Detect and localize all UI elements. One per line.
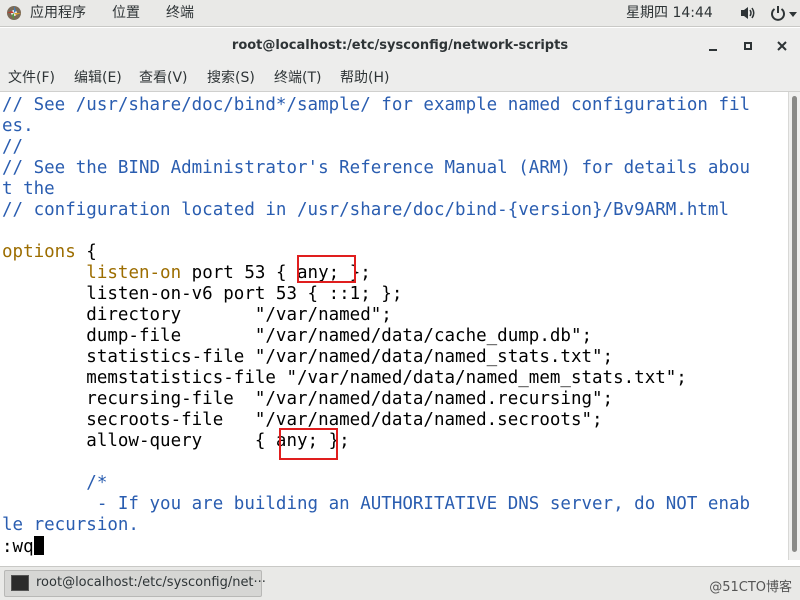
- terminal-line: statistics-file "/var/named/data/named_s…: [2, 347, 750, 368]
- highlight-box-listen-on-any: [297, 255, 356, 283]
- terminal-text-segment: - If you are building an AUTHORITATIVE D…: [2, 494, 751, 514]
- terminal-line: es.: [2, 116, 750, 137]
- terminal-text: // See /usr/share/doc/bind*/sample/ for …: [2, 95, 750, 557]
- terminal-text-segment: {: [75, 242, 97, 262]
- terminal-line: recursing-file "/var/named/data/named.re…: [2, 389, 750, 410]
- power-icon[interactable]: [770, 4, 786, 22]
- taskbar-item-label: root@localhost:/etc/sysconfig/net···: [36, 575, 266, 590]
- vim-command-line[interactable]: :wq: [2, 536, 750, 557]
- terminal-line: memstatistics-file "/var/named/data/name…: [2, 368, 750, 389]
- terminal-app-menu[interactable]: 终端: [166, 4, 194, 22]
- terminal-icon: [11, 575, 29, 591]
- terminal-text-segment: statistics-file "/var/named/data/named_s…: [2, 347, 614, 367]
- apps-icon[interactable]: [6, 5, 22, 21]
- terminal-line: options {: [2, 242, 750, 263]
- terminal-line: //: [2, 137, 750, 158]
- terminal-text-segment: le recursion.: [2, 515, 139, 535]
- terminal-text-segment: dump-file "/var/named/data/cache_dump.db…: [2, 326, 593, 346]
- terminal-line: // configuration located in /usr/share/d…: [2, 200, 750, 221]
- clock[interactable]: 星期四 14:44: [626, 4, 713, 22]
- menu-bar: 文件(F) 编辑(E) 查看(V) 搜索(S) 终端(T) 帮助(H): [0, 64, 800, 92]
- terminal-line: le recursion.: [2, 515, 750, 536]
- window-titlebar[interactable]: root@localhost:/etc/sysconfig/network-sc…: [0, 28, 800, 64]
- volume-icon[interactable]: [739, 5, 757, 21]
- top-bar: 应用程序 位置 终端 星期四 14:44: [0, 0, 800, 27]
- terminal-area[interactable]: // See /usr/share/doc/bind*/sample/ for …: [0, 92, 788, 560]
- menu-terminal[interactable]: 终端(T): [274, 69, 321, 87]
- menu-file[interactable]: 文件(F): [8, 69, 55, 87]
- terminal-text-segment: // See the BIND Administrator's Referenc…: [2, 158, 751, 178]
- terminal-scrollbar[interactable]: [788, 92, 800, 560]
- chevron-down-icon[interactable]: [789, 12, 797, 17]
- terminal-text-segment: // configuration located in /usr/share/d…: [2, 200, 729, 220]
- terminal-line: dump-file "/var/named/data/cache_dump.db…: [2, 326, 750, 347]
- terminal-line: secroots-file "/var/named/data/named.sec…: [2, 410, 750, 431]
- terminal-line: directory "/var/named";: [2, 305, 750, 326]
- applications-menu[interactable]: 应用程序: [30, 4, 86, 22]
- places-menu[interactable]: 位置: [112, 4, 140, 22]
- taskbar-item-terminal[interactable]: root@localhost:/etc/sysconfig/net···: [4, 570, 266, 597]
- terminal-text-segment: //: [2, 137, 24, 157]
- menu-edit[interactable]: 编辑(E): [74, 69, 122, 87]
- minimize-icon[interactable]: [705, 38, 721, 54]
- terminal-text-segment: directory "/var/named";: [2, 305, 392, 325]
- terminal-line: t the: [2, 179, 750, 200]
- terminal-text-segment: listen-on-v6 port 53 { ::1; };: [2, 284, 403, 304]
- window-title: root@localhost:/etc/sysconfig/network-sc…: [231, 38, 569, 53]
- terminal-line: - If you are building an AUTHORITATIVE D…: [2, 494, 750, 515]
- menu-view[interactable]: 查看(V): [139, 69, 188, 87]
- terminal-text-segment: // See /usr/share/doc/bind*/sample/ for …: [2, 95, 751, 115]
- menu-search[interactable]: 搜索(S): [207, 69, 255, 87]
- terminal-line: listen-on-v6 port 53 { ::1; };: [2, 284, 750, 305]
- terminal-text-segment: es.: [2, 116, 34, 136]
- terminal-text-segment: /*: [2, 473, 108, 493]
- taskbar: root@localhost:/etc/sysconfig/net··· @51…: [0, 566, 800, 600]
- terminal-text-segment: t the: [2, 179, 55, 199]
- terminal-text-segment: listen-on: [86, 263, 182, 283]
- text-cursor: [33, 536, 44, 555]
- terminal-line: listen-on port 53 { any; };: [2, 263, 750, 284]
- terminal-line: // See /usr/share/doc/bind*/sample/ for …: [2, 95, 750, 116]
- terminal-text-segment: memstatistics-file "/var/named/data/name…: [2, 368, 687, 388]
- watermark: @51CTO博客: [709, 580, 792, 595]
- vim-command-text: :wq: [2, 537, 34, 557]
- terminal-line: // See the BIND Administrator's Referenc…: [2, 158, 750, 179]
- menu-help[interactable]: 帮助(H): [340, 69, 389, 87]
- close-icon[interactable]: [774, 38, 790, 54]
- terminal-text-segment: recursing-file "/var/named/data/named.re…: [2, 389, 614, 409]
- terminal-text-segment: secroots-file "/var/named/data/named.sec…: [2, 410, 603, 430]
- terminal-text-segment: options: [2, 242, 76, 262]
- scrollbar-thumb[interactable]: [792, 96, 797, 552]
- highlight-box-allow-query-any: [279, 428, 338, 460]
- terminal-line: allow-query { any; };: [2, 431, 750, 452]
- terminal-line: /*: [2, 473, 750, 494]
- maximize-icon[interactable]: [740, 38, 756, 54]
